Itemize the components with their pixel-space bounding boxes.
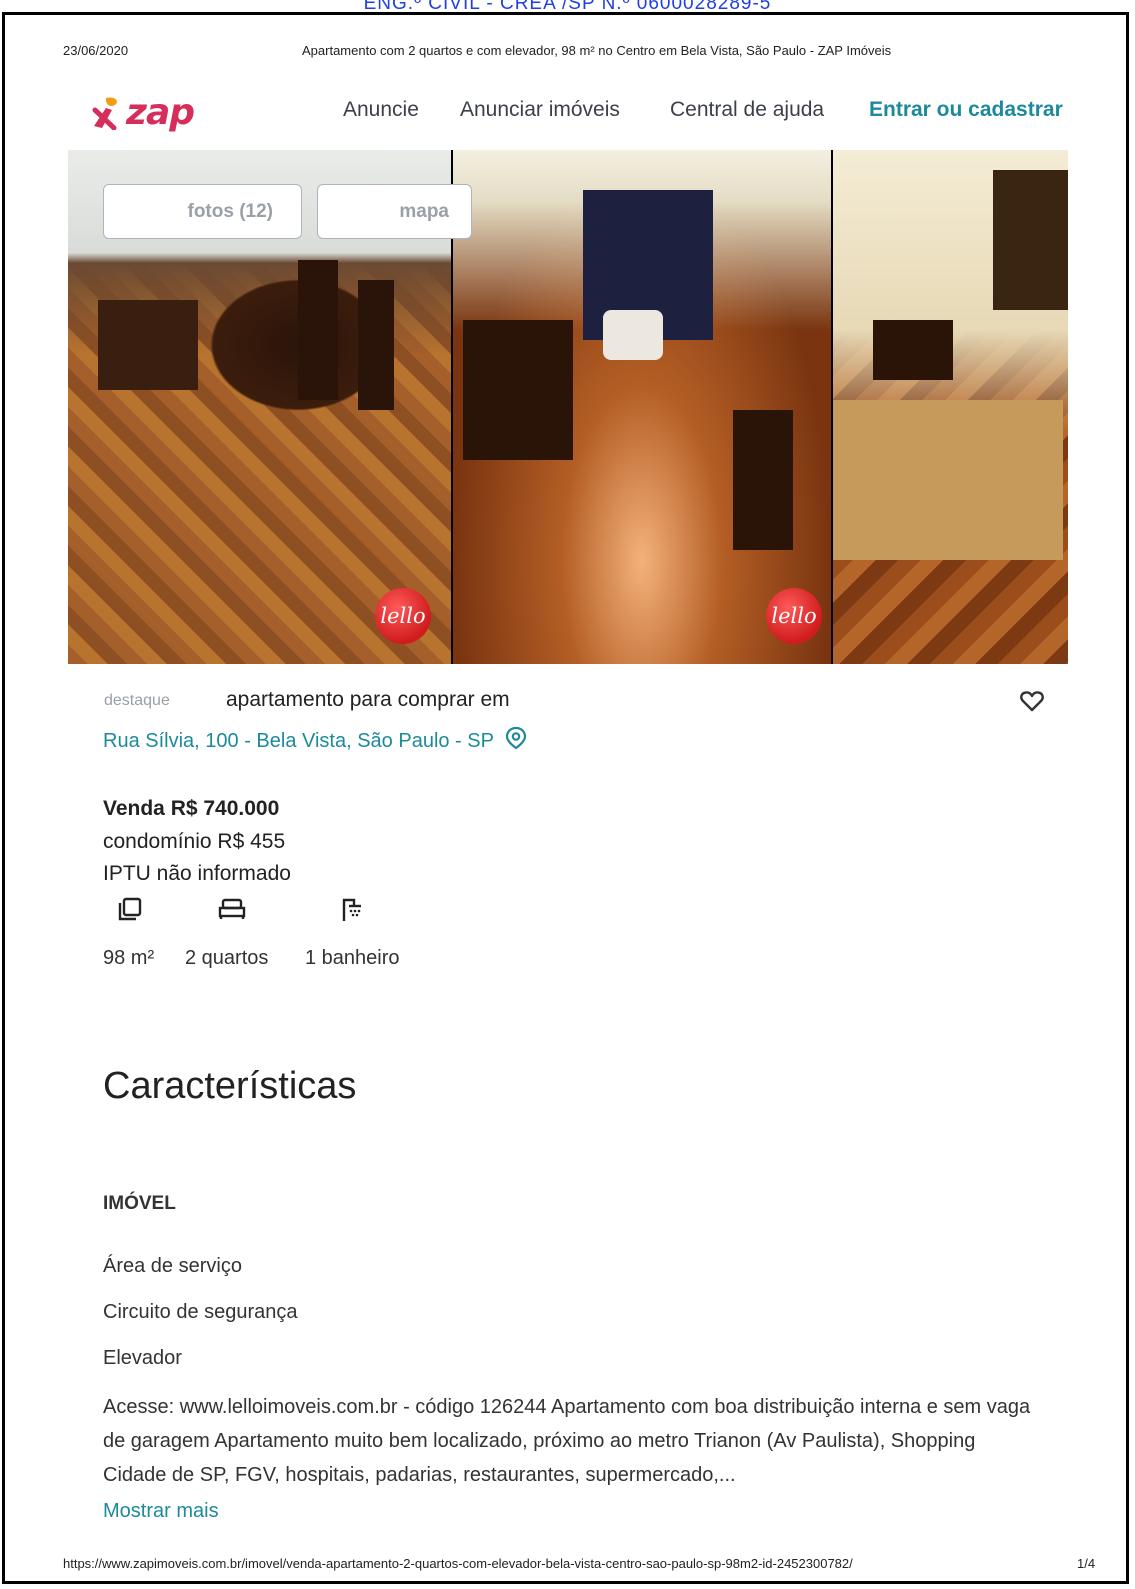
listing-description: Acesse: www.lelloimoveis.com.br - código… (103, 1396, 1031, 1486)
map-button[interactable]: mapa (317, 184, 472, 239)
address-text: Rua Sílvia, 100 - Bela Vista, São Paulo … (103, 729, 494, 752)
featured-badge: destaque (104, 692, 170, 709)
bed-icon (218, 897, 246, 926)
print-date: 23/06/2020 (63, 43, 129, 58)
rooms-value: 2 quartos (185, 947, 269, 969)
feature-item: Área de serviço (103, 1255, 242, 1277)
nav-anunciar-imoveis[interactable]: Anunciar imóveis (460, 98, 620, 122)
nav-central-de-ajuda[interactable]: Central de ajuda (670, 98, 824, 122)
baths-value: 1 banheiro (305, 947, 400, 969)
show-more-link[interactable]: Mostrar mais (103, 1500, 219, 1523)
photos-button[interactable]: fotos (12) (103, 184, 302, 239)
listing-type: apartamento para comprar em (226, 688, 510, 711)
feature-item: Elevador (103, 1347, 182, 1369)
address-link[interactable]: Rua Sílvia, 100 - Bela Vista, São Paulo … (103, 726, 528, 756)
features-title: Características (103, 1065, 357, 1107)
condo-fee: condomínio R$ 455 (103, 830, 286, 853)
logo-text: zap (126, 91, 195, 133)
area-icon (118, 897, 142, 926)
print-page-number: 1/4 (1077, 1556, 1096, 1571)
gallery-photo[interactable] (452, 150, 832, 664)
shower-icon (341, 897, 367, 928)
nav-anuncie[interactable]: Anuncie (343, 98, 419, 122)
lello-watermark: lello (375, 588, 431, 644)
heart-icon[interactable] (1020, 690, 1044, 717)
zap-logo-icon (92, 97, 117, 130)
zap-logo[interactable]: zap (92, 91, 195, 133)
lello-watermark: lello (766, 588, 822, 644)
iptu-tax: IPTU não informado (103, 862, 291, 885)
print-url: https://www.zapimoveis.com.br/imovel/ven… (63, 1556, 853, 1571)
gallery-photo[interactable] (833, 150, 1068, 664)
property-features-heading: IMÓVEL (103, 1193, 176, 1214)
location-pin-icon (504, 726, 528, 756)
print-title: Apartamento com 2 quartos e com elevador… (302, 43, 892, 58)
sale-price: Venda R$ 740.000 (103, 797, 280, 820)
area-value: 98 m² (103, 947, 155, 969)
feature-item: Circuito de segurança (103, 1301, 298, 1323)
login-link[interactable]: Entrar ou cadastrar (869, 98, 1063, 122)
